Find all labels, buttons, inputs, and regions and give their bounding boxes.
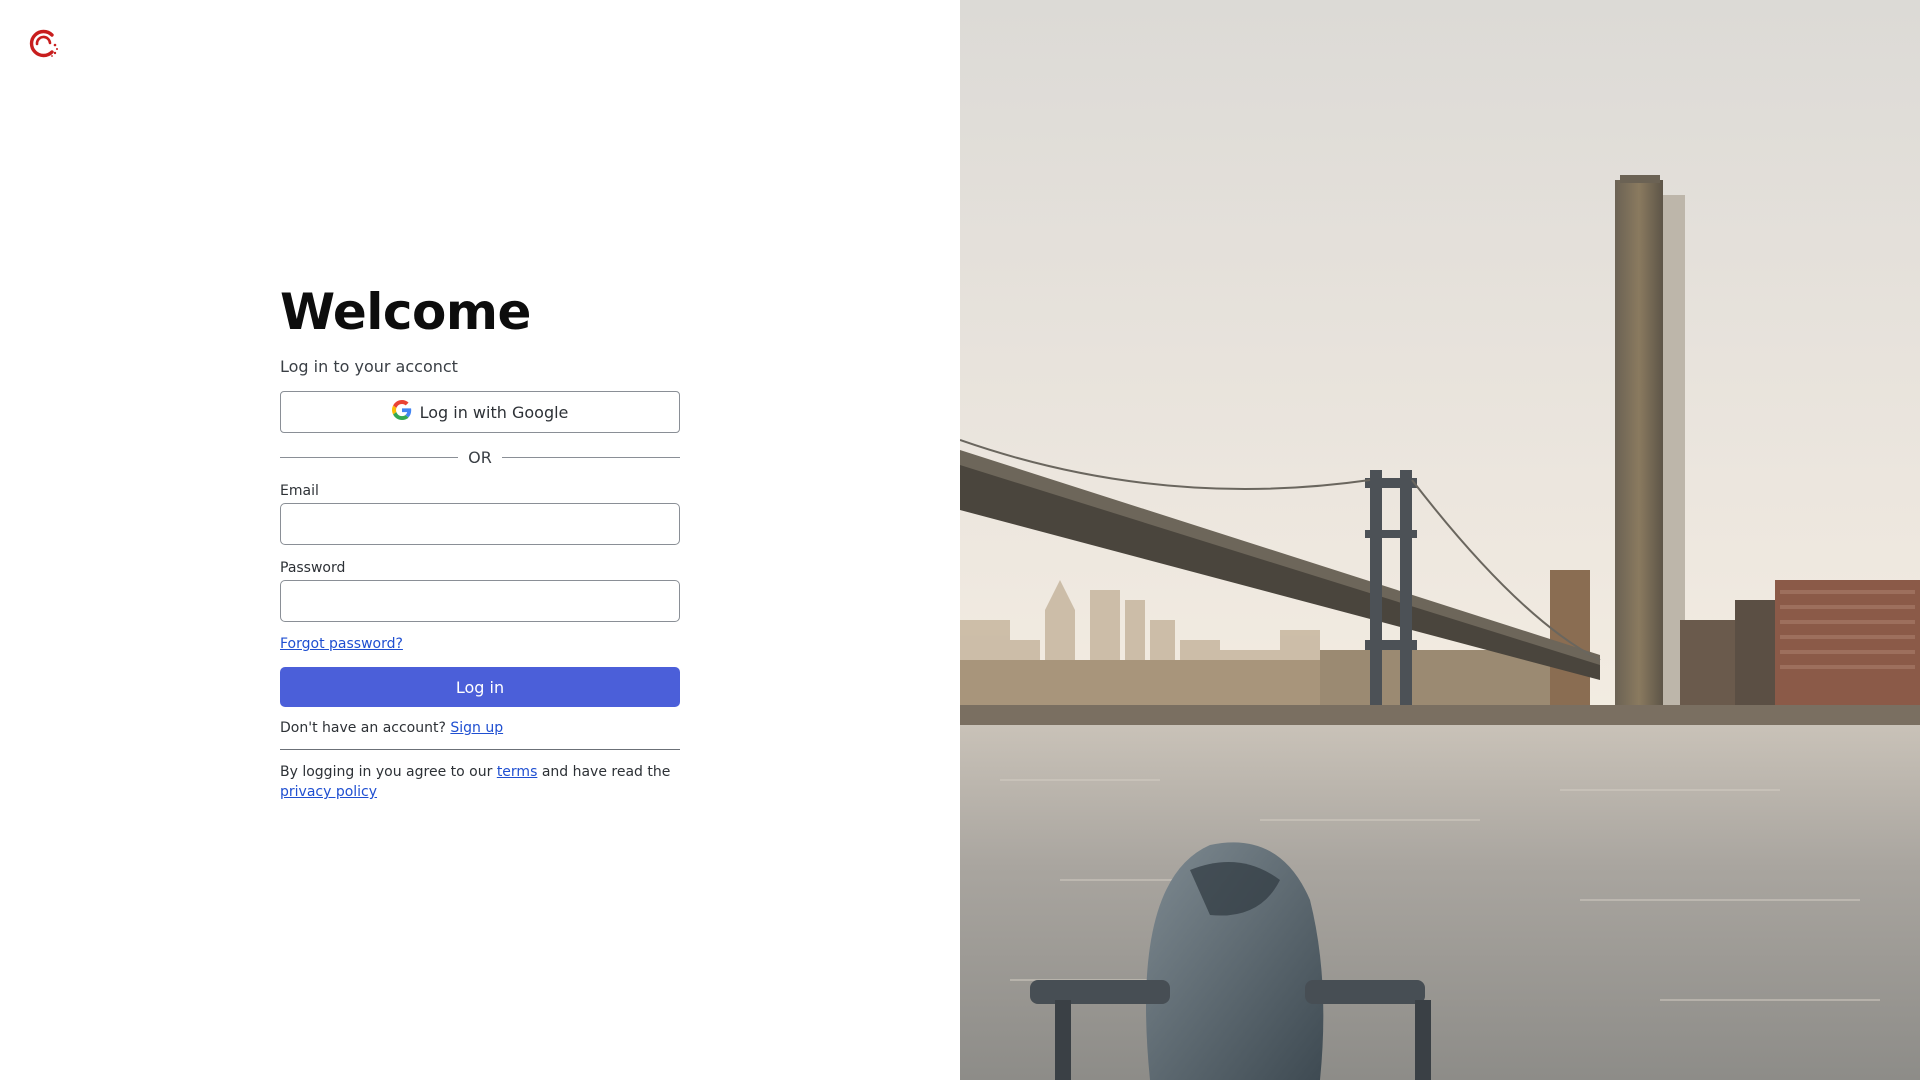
page-title: Welcome [280, 283, 531, 341]
email-label: Email [280, 483, 319, 499]
signup-link[interactable]: Sign up [450, 720, 503, 736]
password-label: Password [280, 560, 346, 576]
divider-line-left [280, 456, 459, 458]
hero-image [960, 0, 1920, 1080]
or-divider: OR [280, 447, 680, 467]
city-bridge-photo [960, 0, 1920, 1080]
google-login-button[interactable]: Log in with Google [280, 391, 680, 433]
login-form: Welcome Log in to your acconct Log in wi… [280, 280, 680, 802]
divider-line-right [501, 456, 680, 458]
google-icon [391, 400, 412, 424]
divider-label: OR [468, 447, 492, 467]
signup-row: Don't have an account? Sign up [280, 719, 680, 737]
password-field[interactable] [280, 580, 680, 622]
terms-link[interactable]: terms [497, 764, 538, 780]
privacy-policy-link[interactable]: privacy policy [280, 784, 377, 800]
page-subtitle: Log in to your acconct [280, 357, 458, 376]
legal-divider [280, 749, 680, 750]
legal-middle: and have read the [541, 764, 671, 780]
email-field[interactable] [280, 503, 680, 545]
login-button[interactable]: Log in [280, 667, 680, 707]
login-panel: Welcome Log in to your acconct Log in wi… [0, 0, 960, 1080]
google-login-label: Log in with Google [419, 402, 569, 422]
signup-prompt: Don't have an account? [280, 720, 446, 736]
legal-text: By logging in you agree to our terms and… [280, 762, 680, 802]
brand-logo-icon[interactable] [26, 26, 62, 62]
forgot-password-link[interactable]: Forgot password? [280, 635, 403, 653]
legal-prefix: By logging in you agree to our [280, 764, 493, 780]
